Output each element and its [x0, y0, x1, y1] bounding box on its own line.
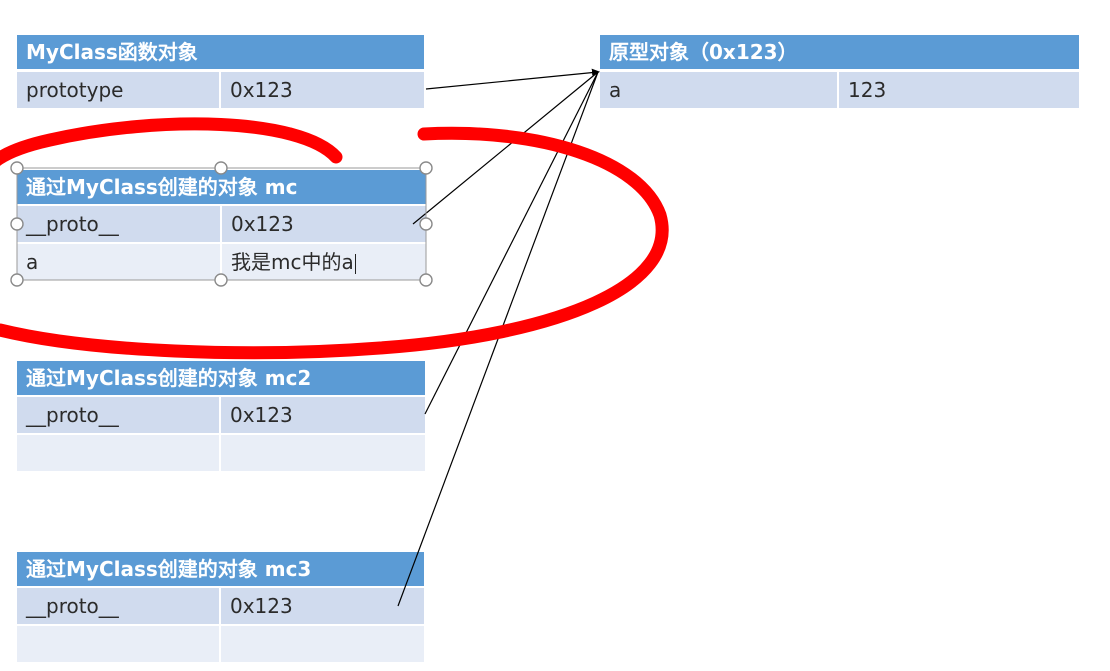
mc2-object-table: 通过MyClass创建的对象 mc2 __proto__ 0x123 [17, 361, 425, 471]
prototype-table-header: 原型对象（0x123） [600, 35, 1079, 69]
table-row: a 123 [600, 72, 1079, 108]
mc3-table-header: 通过MyClass创建的对象 mc3 [17, 552, 424, 586]
mc2-table-header: 通过MyClass创建的对象 mc2 [17, 361, 425, 395]
mc-table-header: 通过MyClass创建的对象 mc [17, 170, 426, 204]
myclass-table-header: MyClass函数对象 [17, 35, 424, 69]
arrow-mc-to-proto-object [412, 71, 599, 225]
table-cell-value-editing[interactable]: 我是mc中的a [222, 244, 426, 280]
text-cursor [354, 253, 356, 274]
table-cell-value: 0x123 [221, 72, 424, 108]
table-cell-key [17, 626, 221, 662]
table-cell-key: a [17, 244, 222, 280]
arrow-mc2-to-proto-object [424, 71, 599, 415]
table-cell-value: 0x123 [222, 206, 426, 242]
table-row: __proto__ 0x123 [17, 206, 426, 242]
table-row: prototype 0x123 [17, 72, 424, 108]
table-cell-key: __proto__ [17, 206, 222, 242]
table-cell-key: a [600, 72, 839, 108]
table-cell-key: __proto__ [17, 588, 221, 624]
table-cell-key: prototype [17, 72, 221, 108]
prototype-object-table: 原型对象（0x123） a 123 [600, 35, 1079, 108]
table-row: __proto__ 0x123 [17, 588, 424, 624]
table-cell-value [221, 626, 424, 662]
table-row: __proto__ 0x123 [17, 397, 425, 433]
arrow-mc3-to-proto-object [397, 71, 599, 607]
arrow-prototype-to-proto-object [425, 68, 600, 90]
table-cell-value [221, 435, 425, 471]
table-row [17, 626, 424, 662]
table-row [17, 435, 425, 471]
table-cell-value: 0x123 [221, 397, 425, 433]
table-cell-key [17, 435, 221, 471]
table-cell-value: 0x123 [221, 588, 424, 624]
table-row: a 我是mc中的a [17, 244, 426, 280]
table-cell-value-text: 我是mc中的a [231, 250, 354, 274]
table-cell-value: 123 [839, 72, 1079, 108]
mc-object-table[interactable]: 通过MyClass创建的对象 mc __proto__ 0x123 a 我是mc… [17, 170, 426, 280]
myclass-function-table: MyClass函数对象 prototype 0x123 [17, 35, 424, 108]
mc3-object-table: 通过MyClass创建的对象 mc3 __proto__ 0x123 [17, 552, 424, 662]
table-cell-key: __proto__ [17, 397, 221, 433]
